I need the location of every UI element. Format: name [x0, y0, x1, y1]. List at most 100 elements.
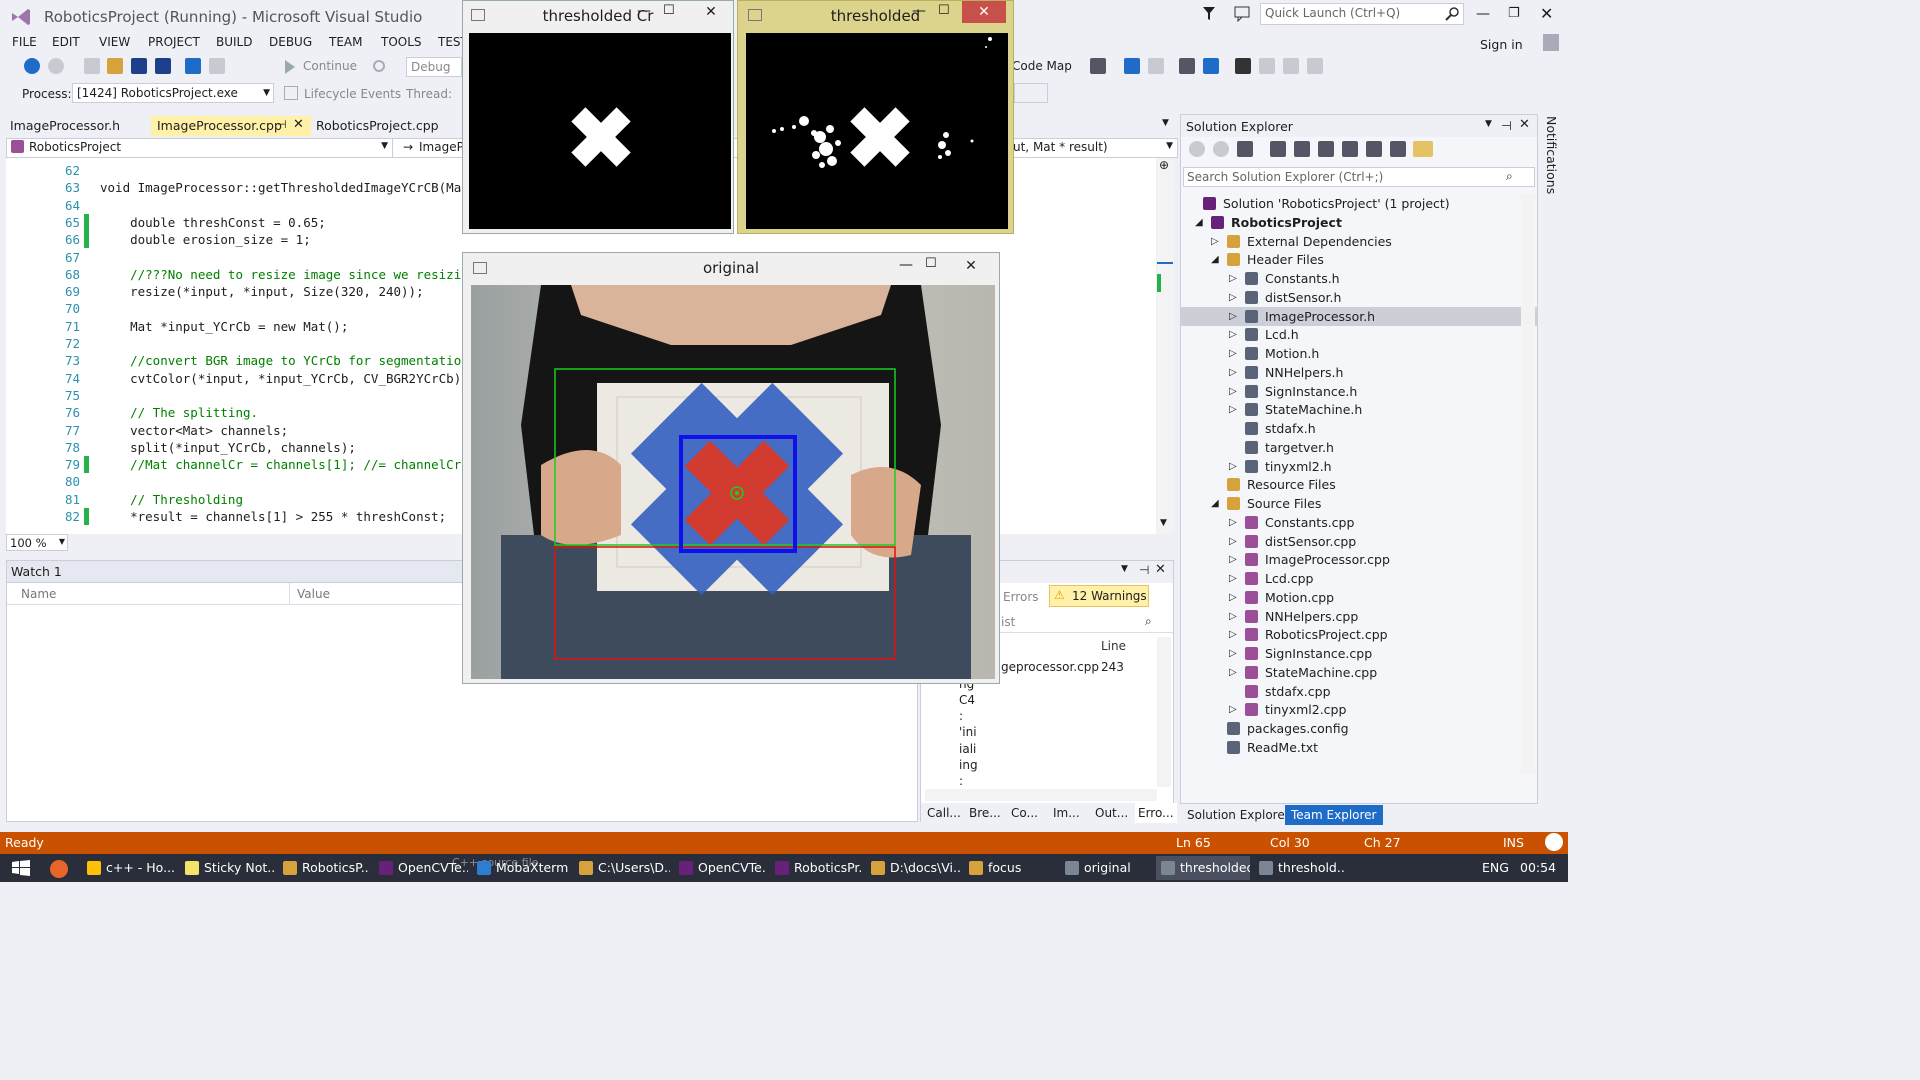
close-button[interactable]: ✕ — [962, 1, 1006, 23]
tool-icon[interactable] — [1090, 58, 1106, 74]
tree-item[interactable]: stdafx.cpp — [1181, 682, 1537, 701]
collapsed-arrow-icon[interactable]: ▷ — [1229, 663, 1237, 682]
code-map-button[interactable]: Code Map — [1012, 59, 1072, 73]
new-project-icon[interactable] — [83, 58, 100, 74]
tree-item[interactable]: ▷ distSensor.h — [1181, 288, 1537, 307]
taskbar-button[interactable]: D:\docs\Vi... — [866, 856, 960, 880]
prev-bookmark-icon[interactable] — [1258, 58, 1275, 74]
collapsed-arrow-icon[interactable]: ▷ — [1229, 288, 1237, 307]
comment-icon[interactable] — [1179, 58, 1196, 74]
tab-command[interactable]: Co... — [1011, 806, 1038, 820]
maximize-button[interactable]: ☐ — [938, 3, 950, 18]
dropdown-icon[interactable]: ▼ — [1485, 119, 1492, 129]
clock[interactable]: 00:54 — [1520, 860, 1556, 875]
tree-item[interactable]: ▷ StateMachine.cpp — [1181, 663, 1537, 682]
continue-icon[interactable] — [285, 60, 295, 74]
lifecycle-events-button[interactable]: Lifecycle Events — [304, 87, 401, 101]
properties-icon[interactable] — [1389, 141, 1406, 157]
tree-item[interactable]: ◢ Source Files — [1181, 494, 1537, 513]
notifications-tab[interactable]: Notifications — [1544, 116, 1559, 194]
cv-titlebar[interactable]: original — ☐ ✕ — [463, 253, 999, 283]
minimize-button[interactable]: — — [1476, 6, 1490, 22]
filter-icon[interactable] — [1203, 7, 1215, 21]
tree-item[interactable]: ▷ Motion.cpp — [1181, 588, 1537, 607]
close-button[interactable]: ✕ — [689, 1, 733, 23]
taskbar-button[interactable]: OpenCVTe... — [374, 856, 468, 880]
tree-item[interactable]: ▷ NNHelpers.h — [1181, 363, 1537, 382]
language-indicator[interactable]: ENG — [1482, 860, 1509, 875]
tree-item[interactable]: Resource Files — [1181, 475, 1537, 494]
uncomment-icon[interactable] — [1203, 58, 1220, 74]
collapsed-arrow-icon[interactable]: ▷ — [1229, 325, 1237, 344]
close-panel-icon[interactable]: ✕ — [1155, 562, 1166, 577]
error-search-input[interactable]: ist ⌕ — [999, 611, 1173, 633]
tree-item[interactable]: ▷ StateMachine.h — [1181, 400, 1537, 419]
tree-item[interactable]: ◢ Header Files — [1181, 250, 1537, 269]
feedback-smiley-icon[interactable] — [1545, 833, 1563, 851]
home-icon[interactable] — [1236, 141, 1253, 157]
close-button[interactable]: ✕ — [1540, 4, 1553, 23]
config-select[interactable]: Debug — [406, 57, 462, 77]
expanded-arrow-icon[interactable]: ◢ — [1211, 494, 1219, 513]
save-all-icon[interactable] — [155, 58, 172, 74]
feedback-icon[interactable] — [1234, 6, 1250, 22]
menu-tools[interactable]: TOOLS — [381, 35, 422, 49]
view-code-icon[interactable] — [1365, 141, 1382, 157]
tree-item[interactable]: ▷ External Dependencies — [1181, 232, 1537, 251]
clear-bookmarks-icon[interactable] — [1306, 58, 1323, 74]
taskbar-button[interactable]: threshold... — [1254, 856, 1344, 880]
bookmark-icon[interactable] — [1235, 58, 1252, 74]
collapsed-arrow-icon[interactable]: ▷ — [1229, 532, 1237, 551]
restore-button[interactable]: ❐ — [1508, 6, 1520, 21]
tree-item[interactable]: ▷ Motion.h — [1181, 344, 1537, 363]
tab-solution-explorer[interactable]: Solution Explorer — [1187, 808, 1290, 822]
taskbar-button[interactable]: MobaXterm — [472, 856, 570, 880]
tree-item[interactable]: ReadMe.txt — [1181, 738, 1537, 757]
taskbar-button[interactable]: RoboticsPr... — [770, 856, 862, 880]
save-icon[interactable] — [131, 58, 148, 74]
tree-item[interactable]: ▷ ImageProcessor.h — [1181, 306, 1537, 326]
tree-item[interactable]: ▷ NNHelpers.cpp — [1181, 607, 1537, 626]
tab-roboticsproject-cpp[interactable]: RoboticsProject.cpp — [310, 116, 445, 136]
collapsed-arrow-icon[interactable]: ▷ — [1229, 569, 1237, 588]
tree-item[interactable]: ▷ Constants.cpp — [1181, 513, 1537, 532]
taskbar-button[interactable]: C:\Users\D... — [574, 856, 670, 880]
tree-item[interactable]: ▷ tinyxml2.h — [1181, 457, 1537, 476]
minimize-button[interactable]: — — [899, 257, 913, 273]
error-list-scrollbar[interactable] — [1157, 637, 1171, 787]
tree-item[interactable]: ▷ ImageProcessor.cpp — [1181, 550, 1537, 569]
tree-item[interactable]: ◢ RoboticsProject — [1181, 213, 1537, 232]
se-search-input[interactable]: Search Solution Explorer (Ctrl+;) ⌕ — [1183, 167, 1535, 187]
window-original[interactable]: original — ☐ ✕ — [462, 252, 1000, 684]
tree-item[interactable]: ▷ RoboticsProject.cpp — [1181, 625, 1537, 644]
history-icon[interactable] — [1270, 141, 1287, 157]
tree-item[interactable]: stdafx.h — [1181, 419, 1537, 438]
column-divider[interactable] — [289, 583, 290, 605]
pin-icon[interactable]: ⊣ — [277, 118, 287, 131]
se-scrollbar[interactable] — [1521, 194, 1535, 774]
editor-scrollbar[interactable]: ⊕ ▼ — [1157, 158, 1173, 534]
tree-item[interactable]: ▷ SignInstance.h — [1181, 382, 1537, 401]
menu-build[interactable]: BUILD — [216, 35, 252, 49]
collapsed-arrow-icon[interactable]: ▷ — [1229, 307, 1237, 326]
tab-immediate[interactable]: Im... — [1053, 806, 1080, 820]
thread-select[interactable] — [1014, 83, 1048, 103]
back-icon[interactable] — [1189, 141, 1205, 157]
collapsed-arrow-icon[interactable]: ▷ — [1229, 344, 1237, 363]
open-file-icon[interactable] — [107, 58, 124, 74]
tree-item[interactable]: ▷ Lcd.h — [1181, 325, 1537, 344]
collapsed-arrow-icon[interactable]: ▷ — [1229, 400, 1237, 419]
pin-icon[interactable]: ⊣ — [1139, 563, 1149, 577]
collapsed-arrow-icon[interactable]: ▷ — [1229, 269, 1237, 288]
scroll-down-icon[interactable]: ▼ — [1160, 518, 1167, 528]
indent-icon[interactable] — [1147, 58, 1164, 74]
redo-icon[interactable] — [208, 58, 225, 74]
close-tab-icon[interactable]: ✕ — [293, 117, 304, 132]
signature-nav-select[interactable]: ut, Mat * result) ▼ — [1009, 139, 1177, 157]
forward-icon[interactable] — [47, 58, 64, 74]
align-icon[interactable] — [1123, 58, 1140, 74]
sync-icon[interactable] — [1294, 141, 1311, 157]
show-all-files-icon[interactable] — [1341, 141, 1358, 157]
menu-edit[interactable]: EDIT — [52, 35, 80, 49]
tree-item[interactable]: ▷ tinyxml2.cpp — [1181, 700, 1537, 719]
